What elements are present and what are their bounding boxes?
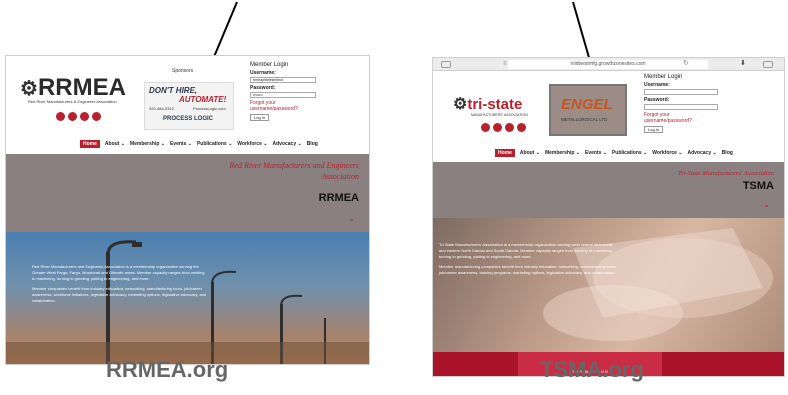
ad-headline: DON'T HIRE, [149,86,198,95]
tsma-logo-subtitle: MANUFACTURERS' ASSOCIATION [471,113,528,117]
login-button[interactable]: Log In [644,126,664,133]
facebook-icon[interactable] [481,123,490,132]
nav-workforce[interactable]: Workforce ⌄ [652,150,682,156]
social-links [481,123,526,132]
instagram-icon[interactable] [68,112,77,121]
intro-paragraph-2: Member manufacturing companies benefit f… [439,264,617,275]
ad-brand-sub: METALLURGICAL LTD [561,117,608,122]
tsma-header: ⚙tri-state MANUFACTURERS' ASSOCIATION EN… [433,71,784,156]
linkedin-icon[interactable] [505,123,514,132]
member-login: Member Login Username: rrmeaphtelesmifin… [250,62,316,121]
username-label: Username: [250,70,276,76]
nav-membership[interactable]: Membership ⌄ [130,141,165,147]
intro-text: Tri-State Manufacturers' Association is … [439,242,619,280]
main-nav: Home About ⌄ Membership ⌄ Events ⌄ Publi… [495,149,738,157]
org-name: Red River Manufacturers and Engineers As… [229,161,359,181]
sponsor-ad[interactable]: ENGEL METALLURGICAL LTD [549,84,627,136]
intro-text: Red River Manufacturers and Engineers As… [32,264,208,308]
share-icon[interactable] [763,61,773,68]
hero-photo: Tri-State Manufacturers' Association is … [433,218,784,376]
social-links [56,112,101,121]
instagram-icon[interactable] [493,123,502,132]
rrmea-logo: ⚙RRMEA [20,74,126,101]
download-icon[interactable]: ⬇ [740,60,750,68]
org-abbr: TSMA [742,180,774,192]
username-field[interactable] [644,89,718,95]
intro-paragraph-1: Tri-State Manufacturers' Association is … [439,242,613,259]
forgot-link[interactable]: Forgot your username/password? [644,112,718,124]
tsma-screenshot: ≡ midwestmfg.growthzonesites.com ↻ ⬇ ⚙tr… [432,57,785,377]
ad-web: ProcessLogic.com [193,106,226,111]
twitter-icon[interactable] [517,123,526,132]
caption-rrmea: RRMEA.org [106,357,229,382]
nav-membership[interactable]: Membership ⌄ [545,150,580,156]
org-name: Tri-State Manufacturers' Association [677,170,774,177]
ad-brand: ENGEL [561,96,613,113]
hero-band: Tri-State Manufacturers' Association TSM… [433,162,784,218]
reload-icon[interactable]: ↻ [683,60,693,68]
nav-publications[interactable]: Publications ⌄ [612,150,647,156]
password-field[interactable]: •••••••• [250,92,316,98]
sidebar-toggle-icon[interactable] [441,61,451,68]
browser-toolbar: ≡ midwestmfg.growthzonesites.com ↻ ⬇ [433,58,784,71]
nav-workforce[interactable]: Workforce ⌄ [237,141,267,147]
login-button[interactable]: Log In [250,114,270,121]
nav-about[interactable]: About ⌄ [105,141,125,147]
nav-publications[interactable]: Publications ⌄ [197,141,232,147]
nav-events[interactable]: Events ⌄ [585,150,607,156]
forgot-link[interactable]: Forgot your username/password? [250,100,316,112]
member-login: Member Login Username: Password: Forgot … [644,74,718,133]
ad-phone: 320-484-9312 [149,106,174,111]
rrmea-logo-subtitle: Red River Manufacturers & Engineers Asso… [28,99,117,104]
password-label: Password: [250,85,276,91]
ad-headline-2: AUTOMATE! [179,95,227,104]
hero-photo: Red River Manufacturers and Engineers As… [6,232,369,364]
linkedin-icon[interactable] [80,112,89,121]
address-bar[interactable]: midwestmfg.growthzonesites.com [508,60,708,69]
sponsor-ad[interactable]: DON'T HIRE, AUTOMATE! 320-484-9312 Proce… [144,82,234,130]
hero-band: Red River Manufacturers and Engineers As… [6,154,369,232]
rrmea-screenshot: ⚙RRMEA Red River Manufacturers & Enginee… [5,55,370,365]
nav-blog[interactable]: Blog [722,150,733,156]
nav-home[interactable]: Home [80,140,100,148]
login-title: Member Login [644,74,683,80]
sponsors-label: Sponsors [172,68,194,74]
caption-tsma: TSMA.org [540,357,644,382]
gear-icon: ⚙ [453,96,468,113]
username-field[interactable]: rrmeaphtelesmifind [250,77,316,83]
intro-paragraph-2: Member companies benefit from industry e… [32,286,207,303]
main-nav: Home About ⌄ Membership ⌄ Events ⌄ Publi… [80,140,323,148]
nav-blog[interactable]: Blog [307,141,318,147]
gear-icon: ⚙ [20,78,38,100]
nav-advocacy[interactable]: Advocacy ⌄ [687,150,716,156]
username-label: Username: [644,82,670,88]
nav-advocacy[interactable]: Advocacy ⌄ [272,141,301,147]
tsma-logo: ⚙tri-state [453,96,523,113]
facebook-icon[interactable] [56,112,65,121]
nav-home[interactable]: Home [495,149,515,157]
ad-brand: PROCESS LOGIC [163,116,214,122]
nav-about[interactable]: About ⌄ [520,150,540,156]
nav-events[interactable]: Events ⌄ [170,141,192,147]
chevron-down-icon[interactable]: ⌄ [348,214,355,223]
password-field[interactable] [644,104,718,110]
password-label: Password: [644,97,670,103]
login-title: Member Login [250,62,289,68]
twitter-icon[interactable] [92,112,101,121]
org-abbr: RRMEA [318,192,359,204]
intro-paragraph-1: Red River Manufacturers and Engineers As… [32,264,205,281]
chevron-down-icon[interactable]: ⌄ [763,200,770,209]
